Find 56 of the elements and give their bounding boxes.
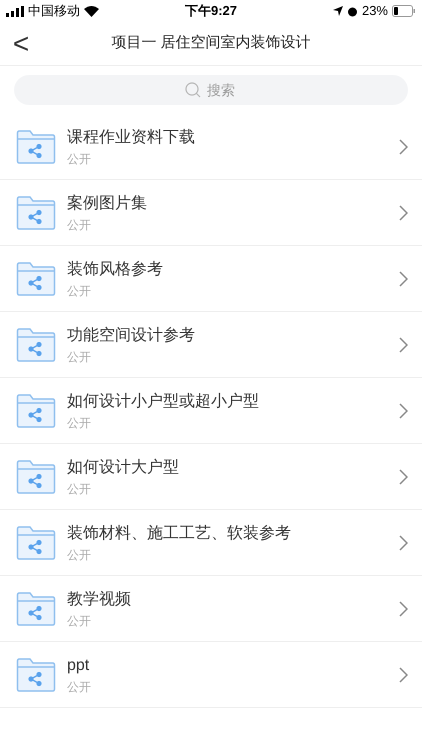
signal-icon bbox=[6, 6, 24, 16]
back-button[interactable]: < bbox=[6, 30, 36, 58]
visibility-label: 公开 bbox=[67, 614, 92, 628]
folder-row[interactable]: 如何设计小户型或超小户型 公开 bbox=[0, 378, 422, 444]
chevron-right-icon bbox=[399, 138, 408, 154]
folder-row[interactable]: 课程作业资料下载 公开 bbox=[0, 114, 422, 180]
folder-row[interactable]: 案例图片集 公开 bbox=[0, 180, 422, 246]
visibility-label: 公开 bbox=[67, 152, 92, 166]
folder-row[interactable]: ppt 公开 bbox=[0, 642, 422, 708]
folder-name: 案例图片集 bbox=[67, 194, 148, 214]
folder-row[interactable]: 教学视频 公开 bbox=[0, 576, 422, 642]
folder-name: 课程作业资料下载 bbox=[67, 128, 196, 148]
folder-name: 如何设计小户型或超小户型 bbox=[67, 392, 260, 412]
search-field[interactable]: 搜索 bbox=[14, 75, 408, 105]
folder-row[interactable]: 装饰材料、施工工艺、软装参考 公开 bbox=[0, 510, 422, 576]
folder-row[interactable]: 装饰风格参考 公开 bbox=[0, 246, 422, 312]
chevron-right-icon bbox=[399, 336, 408, 352]
chevron-right-icon bbox=[399, 534, 408, 550]
clock: 下午9:27 bbox=[184, 2, 238, 20]
folder-name: 如何设计大户型 bbox=[67, 458, 180, 478]
folder-name: 功能空间设计参考 bbox=[67, 326, 196, 346]
chevron-right-icon bbox=[399, 402, 408, 418]
chevron-right-icon bbox=[399, 270, 408, 286]
shared-folder-icon bbox=[16, 260, 56, 296]
shared-folder-icon bbox=[16, 656, 56, 692]
visibility-label: 公开 bbox=[67, 680, 92, 694]
page-title: 项目一 居住空间室内装饰设计 bbox=[110, 33, 312, 54]
visibility-label: 公开 bbox=[67, 284, 92, 298]
visibility-label: 公开 bbox=[67, 416, 92, 430]
shared-folder-icon bbox=[16, 590, 56, 626]
visibility-label: 公开 bbox=[67, 350, 92, 364]
folder-name: 装饰材料、施工工艺、软装参考 bbox=[67, 524, 292, 544]
shared-folder-icon bbox=[16, 458, 56, 494]
chevron-right-icon bbox=[399, 204, 408, 220]
folder-name: 教学视频 bbox=[67, 590, 132, 610]
folder-name: 装饰风格参考 bbox=[67, 260, 164, 280]
battery-icon bbox=[392, 5, 416, 17]
folder-row[interactable]: 如何设计大户型 公开 bbox=[0, 444, 422, 510]
visibility-label: 公开 bbox=[67, 218, 92, 232]
chevron-right-icon bbox=[399, 666, 408, 682]
carrier-name: 中国移动 bbox=[28, 2, 80, 20]
visibility-label: 公开 bbox=[67, 548, 92, 562]
chevron-right-icon bbox=[399, 468, 408, 484]
chevron-right-icon bbox=[399, 600, 408, 616]
visibility-label: 公开 bbox=[67, 482, 92, 496]
shared-folder-icon bbox=[16, 392, 56, 428]
shared-folder-icon bbox=[16, 524, 56, 560]
folder-row[interactable]: 功能空间设计参考 公开 bbox=[0, 312, 422, 378]
location-arrow-icon bbox=[332, 6, 343, 16]
shared-folder-icon bbox=[16, 194, 56, 230]
folder-name: ppt bbox=[67, 656, 90, 676]
shared-folder-icon bbox=[16, 128, 56, 164]
shared-folder-icon bbox=[16, 326, 56, 362]
search-icon bbox=[184, 81, 202, 99]
battery-percent: 23% bbox=[362, 2, 388, 20]
wifi-icon bbox=[84, 6, 99, 16]
